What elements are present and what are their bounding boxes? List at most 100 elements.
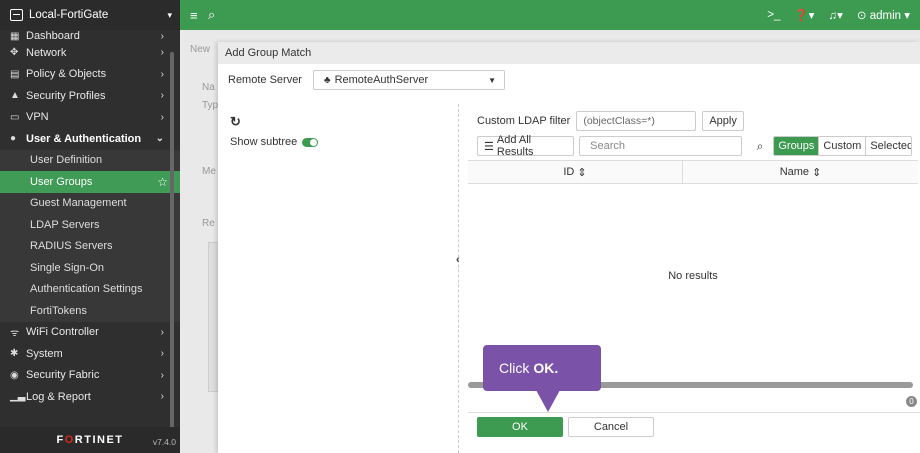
user-icon: ● — [10, 133, 17, 145]
chevron-right-icon: › — [160, 326, 164, 338]
sidebar: ▦ Dashboard › ✥ Network › ▤ Policy & Objects ›… — [0, 30, 180, 453]
sidebar-subitem-label: RADIUS Servers — [30, 240, 113, 253]
sidebar-item-label: Log & Report — [26, 390, 91, 403]
sidebar-subitem-single-sign-on[interactable]: Single Sign-On — [0, 257, 180, 279]
column-id[interactable]: ID ⇕ — [468, 161, 683, 183]
bg-name-label: Na — [202, 82, 215, 93]
help-icon[interactable]: ❓▾ — [794, 8, 814, 22]
apply-button[interactable]: Apply — [702, 111, 744, 131]
sidebar-item-label: User & Authentication — [26, 132, 142, 145]
sidebar-subitem-label: Authentication Settings — [30, 283, 143, 296]
ok-button[interactable]: OK — [477, 417, 563, 437]
sidebar-item-dashboard[interactable]: ▦ Dashboard › — [0, 30, 180, 42]
pane-divider — [458, 104, 459, 453]
sidebar-item-policy-objects[interactable]: ▤ Policy & Objects › — [0, 64, 180, 86]
results-toolbar: ☰ Add All Results Search ⌕ Groups Custom… — [477, 134, 912, 158]
bg-remote-label: Re — [202, 218, 215, 229]
remote-server-label: Remote Server — [228, 74, 302, 86]
sidebar-scrollbar[interactable] — [170, 52, 174, 432]
chart-icon: ▁▃ — [10, 391, 26, 403]
cancel-button[interactable]: Cancel — [568, 417, 654, 437]
remote-server-select[interactable]: ♣ RemoteAuthServer ▼ — [313, 70, 505, 90]
refresh-icon[interactable]: ↻ — [230, 114, 241, 130]
sidebar-item-security-profiles[interactable]: ▲ Security Profiles › — [0, 85, 180, 107]
sidebar-item-vpn[interactable]: ▭ VPN › — [0, 107, 180, 129]
chevron-right-icon: › — [160, 90, 164, 102]
sidebar-item-label: WiFi Controller — [26, 326, 99, 339]
chevron-right-icon: › — [160, 47, 164, 59]
add-list-icon: ☰ — [484, 140, 494, 153]
callout-pointer — [536, 390, 560, 412]
column-name[interactable]: Name ⇕ — [683, 161, 918, 183]
admin-label: admin — [869, 10, 902, 22]
sidebar-subitem-user-definition[interactable]: User Definition — [0, 149, 180, 171]
ldap-tree-icon: ♣ — [324, 74, 331, 86]
result-type-segmented: Groups Custom Selected — [773, 136, 912, 156]
sort-icon: ⇕ — [577, 166, 587, 179]
show-subtree-label: Show subtree — [230, 136, 298, 148]
vpn-icon: ▭ — [10, 111, 20, 123]
menu-toggle-icon[interactable]: ≡ — [190, 0, 198, 30]
result-count-badge: 0 — [906, 396, 917, 407]
tab-custom[interactable]: Custom — [819, 137, 867, 155]
search-input[interactable]: Search ⌕ — [579, 136, 763, 156]
lock-icon: ▲ — [10, 90, 20, 102]
instruction-callout: Click OK. — [483, 345, 601, 391]
table-header: ID ⇕ Name ⇕ — [468, 160, 918, 184]
sidebar-item-label: Policy & Objects — [26, 68, 107, 81]
ldap-filter-label: Custom LDAP filter — [477, 115, 571, 127]
chevron-right-icon: › — [160, 68, 164, 80]
chevron-right-icon: › — [160, 369, 164, 381]
sidebar-subitem-label: Guest Management — [30, 197, 127, 210]
sidebar-subitem-label: Single Sign-On — [30, 261, 104, 274]
user-icon: ⊙ — [856, 10, 867, 22]
sidebar-item-user-authentication[interactable]: ● User & Authentication ⌄ — [0, 128, 180, 150]
network-icon: ✥ — [10, 47, 19, 59]
sidebar-item-log-report[interactable]: ▁▃ Log & Report › — [0, 386, 180, 408]
sidebar-footer: FORTINET v7.4.0 — [0, 427, 180, 453]
bg-type-label: Typ — [202, 100, 219, 111]
favorite-star-icon[interactable]: ☆ — [157, 175, 168, 189]
add-all-results-label: Add All Results — [496, 134, 534, 158]
sidebar-item-label: VPN — [26, 111, 49, 124]
chevron-right-icon: › — [160, 111, 164, 123]
sidebar-item-label: Security Profiles — [26, 89, 106, 102]
add-all-results-button[interactable]: ☰ Add All Results — [477, 134, 575, 158]
sidebar-subitem-authentication-settings[interactable]: Authentication Settings — [0, 278, 180, 300]
sidebar-item-security-fabric[interactable]: ◉ Security Fabric › — [0, 365, 180, 387]
collapse-pane-icon[interactable]: ‹ — [456, 254, 460, 266]
empty-state: No results — [668, 270, 718, 282]
callout-prefix: Click — [499, 360, 530, 376]
sidebar-item-system[interactable]: ✱ System › — [0, 343, 180, 365]
search-icon[interactable]: ⌕ — [757, 139, 764, 154]
column-name-label: Name — [779, 166, 810, 178]
chevron-down-icon: ▾ — [167, 9, 172, 20]
admin-menu[interactable]: ⊙ admin ▾ — [857, 8, 910, 22]
search-icon[interactable]: ⌕ — [208, 0, 215, 30]
chevron-right-icon: › — [160, 348, 164, 360]
panel-title: Add Group Match — [218, 42, 920, 64]
dashboard-icon: ▦ — [10, 31, 20, 42]
sidebar-item-label: Dashboard — [26, 30, 80, 42]
sidebar-item-wifi-controller[interactable]: ᯤ WiFi Controller › — [0, 322, 180, 344]
notifications-bell-icon[interactable]: ♫▾ — [828, 8, 842, 22]
sidebar-item-network[interactable]: ✥ Network › — [0, 42, 180, 64]
tab-selected[interactable]: Selected — [866, 137, 911, 155]
version-label: v7.4.0 — [152, 437, 176, 447]
bg-members-label: Me — [202, 166, 216, 177]
add-group-match-panel: Add Group Match Remote Server ♣ RemoteAu… — [218, 42, 920, 453]
policy-icon: ▤ — [10, 68, 20, 80]
show-subtree-toggle[interactable] — [302, 137, 319, 147]
sidebar-subitem-radius-servers[interactable]: RADIUS Servers — [0, 235, 180, 257]
sidebar-item-label: System — [26, 347, 63, 360]
sidebar-subitem-ldap-servers[interactable]: LDAP Servers — [0, 214, 180, 236]
sidebar-subitem-guest-management[interactable]: Guest Management — [0, 192, 180, 214]
tab-groups[interactable]: Groups — [774, 137, 820, 155]
ldap-filter-input[interactable]: (objectClass=*) — [576, 111, 697, 131]
chevron-down-icon: ⌄ — [155, 133, 164, 145]
cli-console-icon[interactable]: >_ — [767, 9, 780, 21]
device-selector[interactable]: Local-FortiGate ▾ — [0, 0, 180, 30]
sidebar-subitem-fortitokens[interactable]: FortiTokens — [0, 300, 180, 322]
sidebar-subitem-label: User Groups — [30, 175, 93, 188]
sidebar-subitem-user-groups[interactable]: User Groups ☆ — [0, 171, 180, 193]
